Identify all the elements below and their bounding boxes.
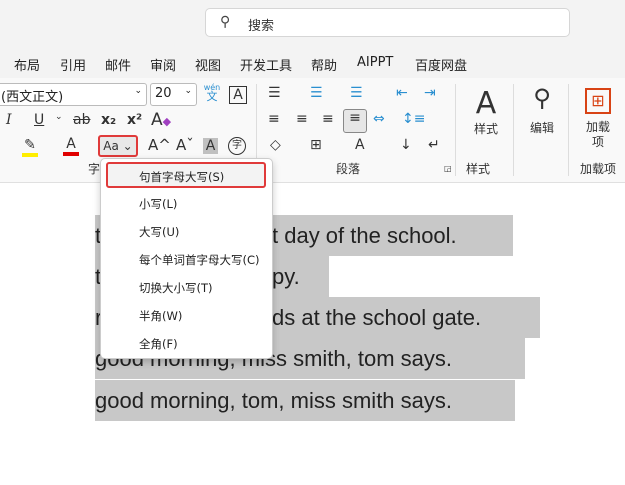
tab-view[interactable]: 视图 bbox=[195, 55, 221, 74]
phonetic-guide-icon[interactable]: wén 文 bbox=[202, 83, 222, 102]
chevron-down-icon: ⌄ bbox=[184, 86, 192, 96]
tab-aippt[interactable]: AIPPT bbox=[357, 55, 393, 70]
underline-button[interactable]: U bbox=[34, 112, 44, 128]
tab-review[interactable]: 审阅 bbox=[150, 55, 176, 74]
chevron-down-icon[interactable]: ⌄ bbox=[55, 112, 63, 122]
chevron-down-icon: ⌄ bbox=[134, 86, 142, 96]
text-direction-icon[interactable]: A bbox=[355, 137, 365, 153]
font-size-select[interactable]: 20 ⌄ bbox=[150, 83, 197, 106]
borders-icon[interactable]: ⊞ bbox=[310, 137, 322, 153]
search-icon: ⚲ bbox=[220, 14, 231, 30]
menu-item-toggle-case[interactable]: 切换大小写(T) bbox=[139, 280, 213, 296]
addins-icon[interactable]: ⊞ bbox=[585, 88, 611, 114]
group-label-font: 字 bbox=[88, 162, 101, 176]
edit-button[interactable]: 编辑 bbox=[522, 119, 562, 136]
shrink-font-button[interactable]: Aˇ bbox=[176, 136, 194, 154]
multilevel-list-icon[interactable]: ☰ bbox=[350, 85, 363, 101]
change-case-menu: 句首字母大写(S) 小写(L) 大写(U) 每个单词首字母大写(C) 切换大小写… bbox=[100, 158, 273, 359]
menu-item-uppercase[interactable]: 大写(U) bbox=[139, 224, 179, 240]
menu-item-capitalize-each-word[interactable]: 每个单词首字母大写(C) bbox=[139, 252, 260, 268]
menu-item-half-width[interactable]: 半角(W) bbox=[139, 308, 182, 324]
group-label-addins: 加载项 bbox=[580, 162, 617, 176]
styles-icon[interactable]: A bbox=[466, 86, 506, 121]
tab-developer[interactable]: 开发工具 bbox=[240, 55, 292, 74]
tab-references[interactable]: 引用 bbox=[60, 55, 86, 74]
search-box[interactable]: ⚲ 搜索 bbox=[205, 8, 570, 37]
character-border-icon[interactable]: A bbox=[229, 86, 247, 104]
menu-item-full-width[interactable]: 全角(F) bbox=[139, 336, 178, 352]
ribbon-tabs: 布局 引用 邮件 审阅 视图 开发工具 帮助 AIPPT 百度网盘 bbox=[0, 46, 625, 78]
font-name-value: (西文正文) bbox=[1, 90, 64, 105]
superscript-button[interactable]: x² bbox=[127, 112, 142, 128]
show-marks-icon[interactable]: ↵ bbox=[428, 137, 440, 153]
clear-formatting-icon[interactable]: A◆ bbox=[151, 110, 171, 130]
italic-button[interactable]: I bbox=[6, 112, 12, 128]
enclose-characters-button[interactable]: 字 bbox=[228, 137, 246, 155]
menu-item-lowercase[interactable]: 小写(L) bbox=[139, 196, 177, 212]
grow-font-button[interactable]: A^ bbox=[148, 136, 171, 154]
font-color-icon[interactable]: A bbox=[63, 136, 79, 156]
strikethrough-button[interactable]: ab bbox=[73, 112, 90, 128]
menu-item-sentence-case[interactable]: 句首字母大写(S) bbox=[106, 162, 266, 188]
justify-icon[interactable]: ≡ bbox=[343, 109, 367, 133]
divider bbox=[568, 84, 569, 176]
group-label-styles: 样式 bbox=[466, 162, 491, 176]
sort-icon[interactable]: ↓ bbox=[400, 137, 412, 153]
dialog-launcher-icon[interactable]: ◲ bbox=[444, 164, 452, 173]
addins-button[interactable]: 加载项 bbox=[582, 120, 614, 150]
find-icon[interactable]: ⚲ bbox=[522, 84, 562, 112]
highlight-color-icon[interactable]: ✎ bbox=[22, 137, 38, 157]
divider bbox=[513, 84, 514, 176]
tab-mailings[interactable]: 邮件 bbox=[105, 55, 131, 74]
tab-help[interactable]: 帮助 bbox=[311, 55, 337, 74]
align-right-icon[interactable]: ≡ bbox=[322, 111, 334, 127]
group-label-paragraph: 段落 bbox=[336, 162, 361, 176]
tab-baidu-netdisk[interactable]: 百度网盘 bbox=[415, 55, 467, 74]
line-spacing-icon[interactable]: ↕≡ bbox=[402, 111, 425, 127]
shading-icon[interactable]: ◇ bbox=[270, 137, 281, 153]
search-placeholder: 搜索 bbox=[248, 19, 275, 34]
character-shading-button[interactable]: A bbox=[203, 138, 218, 154]
font-name-select[interactable]: (西文正文) ⌄ bbox=[0, 83, 147, 106]
styles-button[interactable]: 样式 bbox=[466, 120, 506, 137]
align-left-icon[interactable]: ≡ bbox=[268, 111, 280, 127]
subscript-button[interactable]: x₂ bbox=[101, 112, 116, 128]
font-size-value: 20 bbox=[155, 86, 172, 101]
distributed-icon[interactable]: ⇔ bbox=[373, 111, 385, 127]
increase-indent-icon[interactable]: ⇥ bbox=[424, 85, 436, 101]
decrease-indent-icon[interactable]: ⇤ bbox=[396, 85, 408, 101]
tab-layout[interactable]: 布局 bbox=[14, 55, 40, 74]
change-case-button[interactable]: Aa ⌄ bbox=[98, 135, 138, 157]
divider bbox=[455, 84, 456, 176]
document-line[interactable]: good morning, tom, miss smith says. bbox=[95, 380, 515, 421]
title-bar: ⚲ 搜索 bbox=[0, 0, 625, 46]
align-center-icon[interactable]: ≡ bbox=[296, 111, 308, 127]
numbering-icon[interactable]: ☰ bbox=[310, 85, 323, 101]
bullets-icon[interactable]: ☰ bbox=[268, 85, 281, 101]
